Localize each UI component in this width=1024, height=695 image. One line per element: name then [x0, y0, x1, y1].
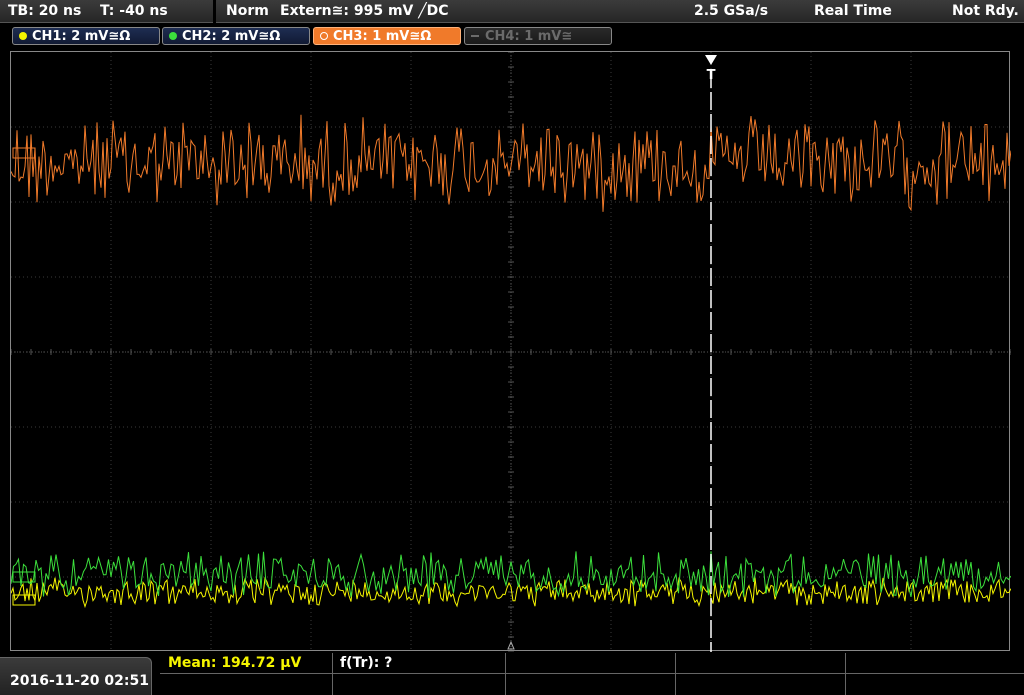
channel-4-label: CH4: 1 mV≅ [485, 28, 573, 44]
trigger-mode: Norm [226, 3, 269, 19]
timebase-scale: TB: 20 ns [8, 3, 82, 19]
channel-tab-row: CH1: 2 mV≅Ω CH2: 2 mV≅Ω CH3: 1 mV≅Ω CH4:… [0, 24, 1024, 50]
channel-4-tab[interactable]: CH4: 1 mV≅ [464, 27, 612, 45]
measurement-cell-5[interactable] [845, 653, 1024, 695]
measurement-bar: Mean: 194.72 µV f(Tr): ? [160, 653, 1024, 695]
trigger-position-label: T [707, 68, 716, 83]
waveform-display[interactable]: T [10, 51, 1011, 652]
trigger-source: Extern≅: 995 mV ╱DC [280, 3, 449, 19]
channel-2-label: CH2: 2 mV≅Ω [182, 28, 281, 44]
datetime-label: 2016-11-20 02:51 [10, 673, 149, 689]
acquisition-mode: Real Time [814, 3, 892, 19]
channel-3-label: CH3: 1 mV≅Ω [333, 28, 432, 44]
trigger-position-marker-icon[interactable] [705, 55, 717, 65]
measurement-cell-3[interactable] [505, 653, 675, 695]
trigger-panel[interactable]: Norm Extern≅: 995 mV ╱DC 2.5 GSa/s Real … [216, 0, 1024, 23]
channel-3-waveform [11, 114, 1011, 212]
measurement-cell-1[interactable]: Mean: 194.72 µV [160, 653, 332, 695]
trigger-status: Not Rdy. [952, 3, 1019, 19]
channel-4-off-icon [471, 35, 479, 37]
channel-1-tab[interactable]: CH1: 2 mV≅Ω [12, 27, 160, 45]
channel-1-label: CH1: 2 mV≅Ω [32, 28, 131, 44]
measurement-mean: Mean: 194.72 µV [168, 655, 302, 671]
channel-3-color-icon [320, 32, 328, 40]
measurement-cell-4[interactable] [675, 653, 845, 695]
channel-2-color-icon [169, 32, 177, 40]
channel-2-tab[interactable]: CH2: 2 mV≅Ω [162, 27, 310, 45]
channel-3-tab[interactable]: CH3: 1 mV≅Ω [313, 27, 461, 45]
graticule: T [11, 52, 1011, 652]
measurement-frequency: f(Tr): ? [340, 655, 393, 671]
measurement-cell-2[interactable]: f(Tr): ? [332, 653, 505, 695]
timebase-panel[interactable]: TB: 20 ns T: -40 ns [0, 0, 213, 23]
datetime-panel: 2016-11-20 02:51 [0, 657, 152, 695]
trigger-offset: T: -40 ns [100, 3, 168, 19]
sample-rate: 2.5 GSa/s [694, 3, 769, 19]
channel-1-color-icon [19, 32, 27, 40]
top-status-bar: TB: 20 ns T: -40 ns Norm Extern≅: 995 mV… [0, 0, 1024, 24]
horizontal-center-marker-icon [507, 640, 515, 650]
